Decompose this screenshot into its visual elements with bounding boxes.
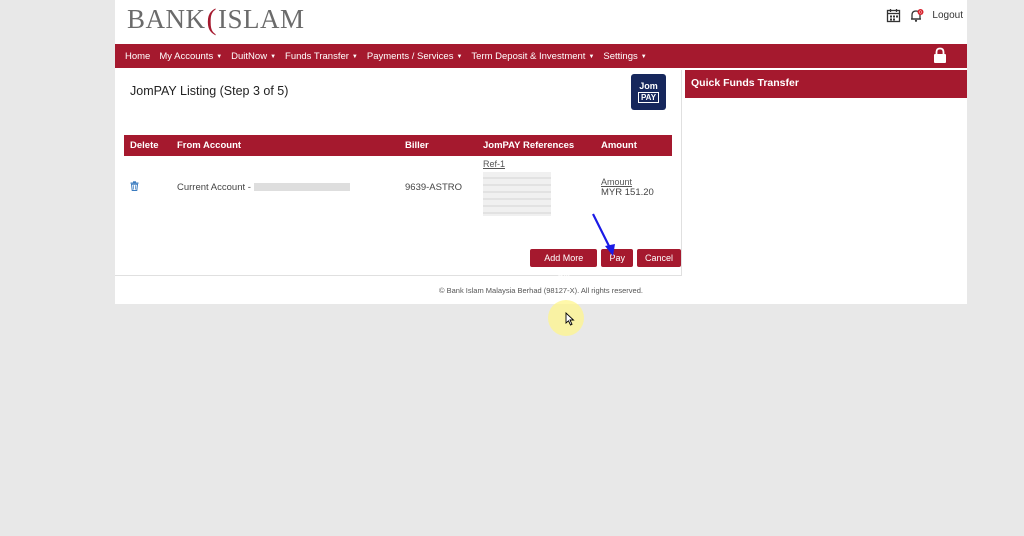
- logo-text-right: ISLAM: [218, 4, 305, 34]
- from-account-cell: Current Account -: [171, 156, 399, 218]
- nav-payments-services[interactable]: Payments / Services ▼: [367, 51, 463, 62]
- nav-label: Term Deposit & Investment: [471, 50, 586, 62]
- jompay-logo-top: Jom: [639, 81, 658, 91]
- calendar-icon[interactable]: [886, 8, 901, 23]
- bell-icon[interactable]: 0: [909, 8, 924, 23]
- nav-duitnow[interactable]: DuitNow ▼: [231, 51, 276, 62]
- nav-label: DuitNow: [231, 50, 268, 62]
- masked-reference: [483, 171, 551, 216]
- trash-icon[interactable]: [130, 180, 139, 191]
- caret-down-icon: ▼: [588, 53, 595, 60]
- ref-link[interactable]: Ref-1: [483, 159, 505, 169]
- quick-funds-transfer-panel[interactable]: Quick Funds Transfer: [685, 70, 967, 98]
- footer-copyright: © Bank Islam Malaysia Berhad (98127-X). …: [439, 286, 643, 295]
- caret-down-icon: ▼: [640, 53, 647, 60]
- delete-cell: [124, 156, 171, 218]
- jompay-listing-table: Delete From Account Biller JomPAY Refere…: [124, 135, 672, 218]
- reference-cell: Ref-1: [477, 156, 595, 218]
- logo-crescent: (: [206, 3, 218, 36]
- col-delete: Delete: [124, 135, 171, 156]
- amount-value: MYR 151.20: [601, 186, 654, 198]
- biller-cell: 9639-ASTRO: [405, 181, 463, 193]
- col-from-account: From Account: [171, 135, 399, 156]
- lock-icon[interactable]: [933, 47, 947, 64]
- masked-account-number: [253, 182, 350, 191]
- page-title: JomPAY Listing (Step 3 of 5): [130, 84, 289, 98]
- table-header-row: Delete From Account Biller JomPAY Refere…: [124, 135, 672, 156]
- nav-funds-transfer[interactable]: Funds Transfer ▼: [285, 51, 358, 62]
- nav-label: Home: [125, 50, 151, 62]
- nav-settings[interactable]: Settings ▼: [603, 51, 646, 62]
- nav-my-accounts[interactable]: My Accounts ▼: [159, 51, 222, 62]
- annotation-arrow-icon: [592, 213, 615, 256]
- col-biller: Biller: [399, 135, 477, 156]
- amount-cell: Amount MYR 151.20: [595, 156, 672, 218]
- nav-label: Settings: [603, 50, 638, 62]
- jompay-logo-bottom: PAY: [637, 92, 660, 103]
- caret-down-icon: ▼: [270, 53, 277, 60]
- caret-down-icon: ▼: [351, 53, 358, 60]
- header-icons: 0 Logout: [886, 8, 963, 23]
- nav-label: Funds Transfer: [285, 50, 349, 62]
- nav-label: Payments / Services: [366, 50, 454, 62]
- logout-link[interactable]: Logout: [932, 10, 963, 21]
- page-container: BANK(ISLAM 0 Logout Home My Accounts ▼ D…: [115, 0, 967, 304]
- logo-text-left: BANK: [127, 4, 206, 34]
- quick-funds-transfer-title: Quick Funds Transfer: [691, 77, 799, 89]
- nav-home[interactable]: Home: [125, 51, 150, 62]
- table-row: Current Account - 9639-ASTRO Ref-1 Amoun…: [124, 156, 672, 218]
- amount-link[interactable]: Amount: [601, 177, 672, 187]
- col-jompay-references: JomPAY References: [477, 135, 595, 156]
- cancel-button[interactable]: Cancel: [636, 249, 681, 267]
- caret-down-icon: ▼: [456, 53, 463, 60]
- jompay-logo: Jom PAY: [631, 74, 666, 110]
- nav-term-deposit[interactable]: Term Deposit & Investment ▼: [471, 51, 594, 62]
- header: BANK(ISLAM 0 Logout: [115, 0, 967, 44]
- caret-down-icon: ▼: [216, 53, 223, 60]
- col-amount: Amount: [595, 135, 672, 156]
- bank-islam-logo[interactable]: BANK(ISLAM: [127, 2, 305, 36]
- mouse-cursor-icon: [565, 312, 575, 326]
- from-account-text: Current Account -: [177, 181, 251, 193]
- nav-label: My Accounts: [159, 50, 214, 62]
- add-more-bill-button[interactable]: Add More Bill: [530, 249, 598, 281]
- main-navbar: Home My Accounts ▼ DuitNow ▼ Funds Transfe…: [115, 44, 967, 68]
